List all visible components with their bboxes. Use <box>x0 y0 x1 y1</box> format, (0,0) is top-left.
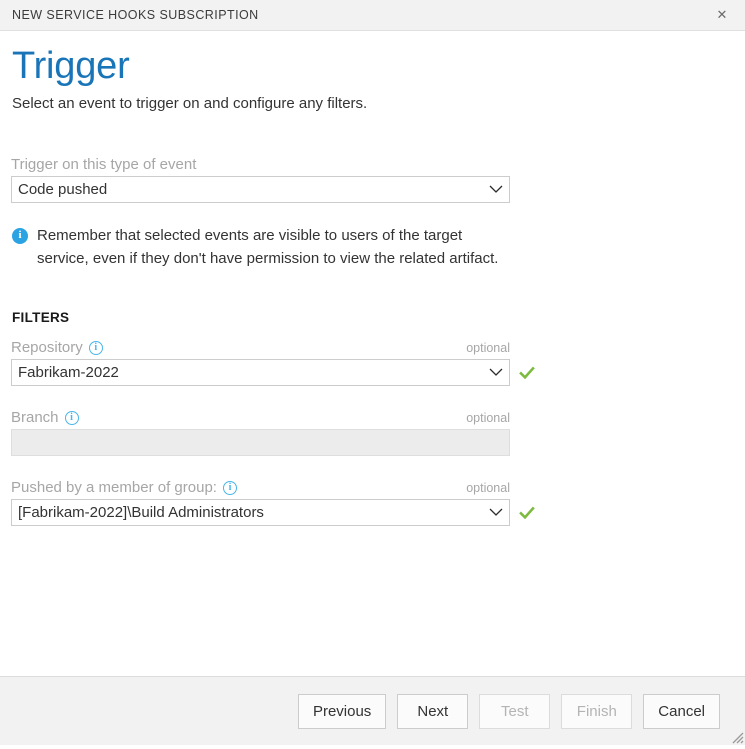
pushed-by-group-field: Pushed by a member of group: i optional … <box>11 479 731 526</box>
info-message-text: Remember that selected events are visibl… <box>37 225 517 271</box>
page-subtitle: Select an event to trigger on and config… <box>12 95 731 112</box>
pushed-by-group-input-row: [Fabrikam-2022]\Build Administrators <box>11 499 731 526</box>
repository-label: Repository i <box>11 339 103 356</box>
dialog-titlebar: NEW SERVICE HOOKS SUBSCRIPTION ✕ <box>0 0 745 31</box>
chevron-down-icon <box>483 360 509 385</box>
event-type-value: Code pushed <box>12 181 483 198</box>
green-check-icon <box>519 365 535 381</box>
branch-label-row: Branch i optional <box>11 409 510 426</box>
info-message: i Remember that selected events are visi… <box>12 225 517 271</box>
green-check-icon <box>519 505 535 521</box>
close-icon[interactable]: ✕ <box>711 4 733 26</box>
info-filled-icon: i <box>12 228 28 244</box>
event-type-label-row: Trigger on this type of event <box>11 156 510 173</box>
info-outline-icon[interactable]: i <box>65 411 79 425</box>
previous-button[interactable]: Previous <box>298 694 386 729</box>
dialog-footer: Previous Next Test Finish Cancel <box>0 676 745 745</box>
repository-value: Fabrikam-2022 <box>12 364 483 381</box>
repository-optional-label: optional <box>466 341 510 355</box>
field-spacer <box>11 390 731 409</box>
pushed-by-group-label-text: Pushed by a member of group: <box>11 479 217 496</box>
page-title: Trigger <box>12 47 731 87</box>
chevron-down-icon <box>483 500 509 525</box>
branch-label-text: Branch <box>11 409 59 426</box>
resize-grip[interactable] <box>728 728 744 744</box>
repository-input-row: Fabrikam-2022 <box>11 359 731 386</box>
repository-select[interactable]: Fabrikam-2022 <box>11 359 510 386</box>
test-button: Test <box>479 694 550 729</box>
event-type-input-row: Code pushed <box>11 176 731 203</box>
branch-input-row <box>11 429 731 456</box>
branch-label: Branch i <box>11 409 79 426</box>
pushed-by-group-select[interactable]: [Fabrikam-2022]\Build Administrators <box>11 499 510 526</box>
branch-field: Branch i optional <box>11 409 731 456</box>
event-type-select[interactable]: Code pushed <box>11 176 510 203</box>
info-outline-icon[interactable]: i <box>223 481 237 495</box>
repository-label-row: Repository i optional <box>11 339 510 356</box>
dialog-content: Trigger Select an event to trigger on an… <box>0 31 745 676</box>
repository-field: Repository i optional Fabrikam-2022 <box>11 339 731 386</box>
branch-input <box>11 429 510 456</box>
pushed-by-group-label-row: Pushed by a member of group: i optional <box>11 479 510 496</box>
pushed-by-group-value: [Fabrikam-2022]\Build Administrators <box>12 504 483 521</box>
branch-optional-label: optional <box>466 411 510 425</box>
filters-heading: FILTERS <box>12 310 731 325</box>
info-outline-icon[interactable]: i <box>89 341 103 355</box>
next-button[interactable]: Next <box>397 694 468 729</box>
new-service-hooks-subscription-dialog: NEW SERVICE HOOKS SUBSCRIPTION ✕ Trigger… <box>0 0 745 745</box>
event-type-label: Trigger on this type of event <box>11 156 196 173</box>
field-spacer <box>11 460 731 479</box>
event-type-field: Trigger on this type of event Code pushe… <box>11 156 731 203</box>
repository-label-text: Repository <box>11 339 83 356</box>
finish-button: Finish <box>561 694 632 729</box>
cancel-button[interactable]: Cancel <box>643 694 720 729</box>
pushed-by-group-label: Pushed by a member of group: i <box>11 479 237 496</box>
pushed-by-group-optional-label: optional <box>466 481 510 495</box>
dialog-title: NEW SERVICE HOOKS SUBSCRIPTION <box>12 8 259 22</box>
chevron-down-icon <box>483 177 509 202</box>
